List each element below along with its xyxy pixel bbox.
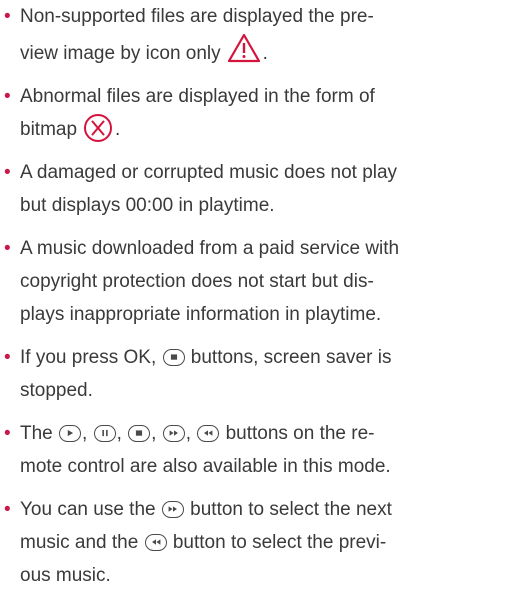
item-text: A music downloaded from a paid service w… <box>20 238 400 259</box>
item-text: A damaged or corrupted music does not pl… <box>20 162 398 183</box>
bullet-icon: • <box>4 423 11 444</box>
item-text: , <box>151 423 157 444</box>
bullet-icon: • <box>4 162 11 183</box>
item-text: The <box>20 423 53 444</box>
warning-triangle-icon <box>227 33 260 63</box>
item-text: copyright protection does not start but … <box>20 271 374 292</box>
item-text: If you press OK, <box>20 347 157 368</box>
x-circle-icon <box>84 114 113 142</box>
list-item: • You can use the button to select the n… <box>0 493 511 592</box>
item-text: view image by icon only <box>20 43 221 64</box>
list-item: • The , , , , buttons on the re- mote co… <box>0 417 511 483</box>
bullet-icon: • <box>4 499 11 520</box>
list-item: • Non-supported files are displayed the … <box>0 0 511 70</box>
list-item: • A music downloaded from a paid service… <box>0 232 511 331</box>
list-item: • If you press OK, buttons, screen saver… <box>0 341 511 407</box>
rewind-button-icon <box>144 534 167 551</box>
item-text: stopped. <box>20 380 93 401</box>
item-text: , <box>116 423 122 444</box>
fast-forward-button-icon <box>162 425 185 442</box>
play-button-icon <box>59 425 82 442</box>
list-item: • Abnormal files are displayed in the fo… <box>0 80 511 146</box>
item-text: , <box>82 423 88 444</box>
item-text: buttons on the re- <box>225 423 375 444</box>
item-text: plays inappropriate information in playt… <box>20 304 382 325</box>
item-text: , <box>185 423 191 444</box>
item-text: Non-supported files are displayed the pr… <box>20 6 374 27</box>
pause-button-icon <box>93 425 116 442</box>
item-text: bitmap <box>20 119 78 140</box>
item-text: button to select the previ- <box>172 532 387 553</box>
item-text: Abnormal files are displayed in the form… <box>20 86 375 107</box>
stop-button-icon <box>162 349 185 366</box>
list-item: • A damaged or corrupted music does not … <box>0 156 511 222</box>
bullet-icon: • <box>4 238 11 259</box>
rewind-button-icon <box>197 425 220 442</box>
item-text: music and the <box>20 532 139 553</box>
item-text: button to select the next <box>190 499 392 520</box>
item-text: You can use the <box>20 499 156 520</box>
item-text: . <box>262 43 268 64</box>
item-text: . <box>115 119 121 140</box>
stop-button-icon <box>128 425 151 442</box>
bullet-icon: • <box>4 86 11 107</box>
fast-forward-button-icon <box>161 501 184 518</box>
item-text: but displays 00:00 in playtime. <box>20 195 275 216</box>
item-text: mote control are also available in this … <box>20 456 391 477</box>
bullet-icon: • <box>4 347 11 368</box>
bullet-list: • Non-supported files are displayed the … <box>0 0 511 602</box>
item-text: buttons, screen saver is <box>190 347 392 368</box>
item-text: ous music. <box>20 565 111 586</box>
bullet-icon: • <box>4 6 11 27</box>
